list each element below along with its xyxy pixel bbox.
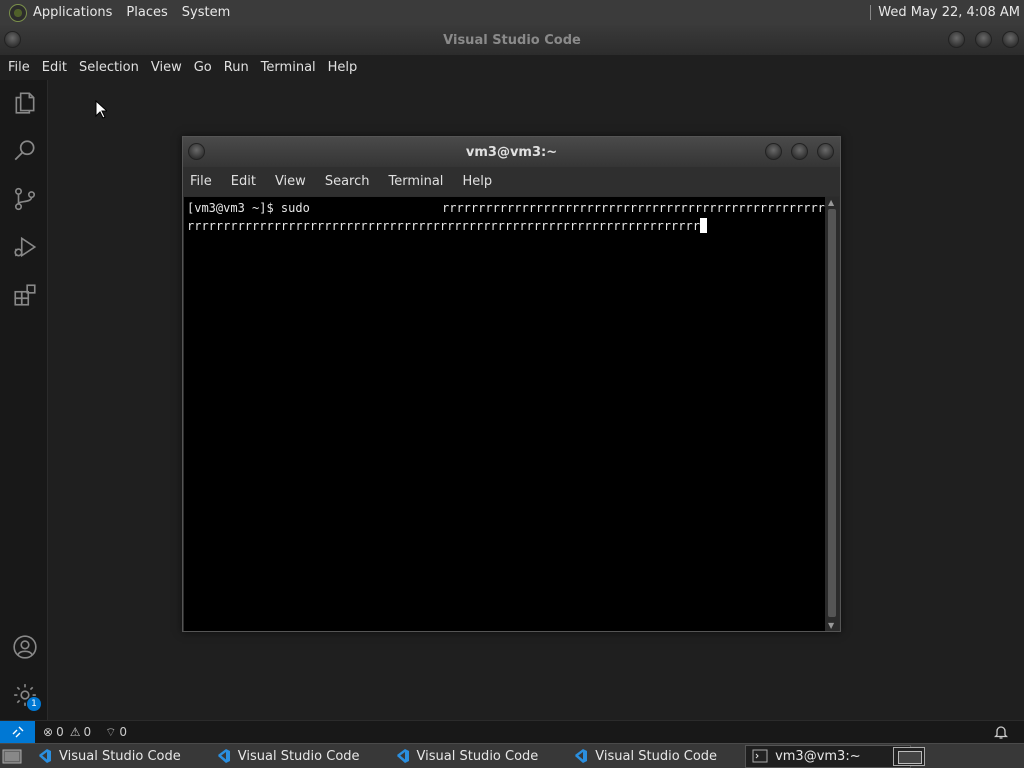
show-desktop-icon[interactable] bbox=[2, 746, 24, 766]
terminal-titlebar[interactable]: vm3@vm3:~ bbox=[183, 137, 840, 167]
taskbar-item-label: Visual Studio Code bbox=[237, 748, 360, 764]
account-icon[interactable] bbox=[12, 634, 38, 660]
terminal-icon bbox=[752, 749, 768, 763]
terminal-line1-rest: rrrrrrrrrrrrrrrrrrrrrrrrrrrrrrrrrrrrrrrr… bbox=[442, 201, 826, 215]
problems-indicator[interactable]: ⊗ 0 ⚠ 0 bbox=[43, 725, 91, 739]
remote-indicator[interactable] bbox=[0, 721, 35, 743]
clock[interactable]: Wed May 22, 4:08 AM bbox=[870, 0, 1020, 25]
warning-count: 0 bbox=[83, 725, 92, 739]
remote-icon bbox=[12, 726, 23, 738]
terminal-menu-file[interactable]: File bbox=[187, 174, 215, 189]
error-icon: ⊗ bbox=[43, 725, 54, 739]
terminal-menu-edit[interactable]: Edit bbox=[228, 174, 259, 189]
menu-terminal[interactable]: Terminal bbox=[255, 60, 322, 75]
menu-help[interactable]: Help bbox=[322, 60, 364, 75]
menu-go[interactable]: Go bbox=[188, 60, 218, 75]
terminal-window-menu-button[interactable] bbox=[188, 143, 205, 160]
menu-run[interactable]: Run bbox=[218, 60, 255, 75]
menu-applications[interactable]: Applications bbox=[33, 5, 112, 20]
warning-icon: ⚠ bbox=[69, 725, 81, 739]
explorer-icon[interactable] bbox=[12, 90, 38, 116]
terminal-menu-terminal[interactable]: Terminal bbox=[385, 174, 446, 189]
menu-edit[interactable]: Edit bbox=[36, 60, 73, 75]
ports-indicator[interactable]: ⌔ 0 bbox=[105, 725, 127, 740]
taskbar-item-vscode-3[interactable]: Visual Studio Code bbox=[388, 745, 545, 768]
taskbar-item-vscode-4[interactable]: Visual Studio Code bbox=[566, 745, 723, 768]
taskbar-item-terminal[interactable]: vm3@vm3:~ bbox=[745, 744, 912, 768]
vscode-icon bbox=[396, 749, 409, 763]
settings-badge-count: 1 bbox=[31, 699, 37, 709]
terminal-menubar: File Edit View Search Terminal Help bbox=[183, 167, 840, 196]
menu-file[interactable]: File bbox=[2, 60, 36, 75]
distro-logo-icon[interactable] bbox=[9, 3, 27, 22]
menu-selection[interactable]: Selection bbox=[73, 60, 145, 75]
vscode-titlebar[interactable]: Visual Studio Code bbox=[0, 25, 1024, 55]
source-control-icon[interactable] bbox=[12, 186, 38, 212]
vscode-icon bbox=[575, 749, 588, 763]
mouse-pointer-icon bbox=[95, 100, 107, 119]
taskbar-item-label: Visual Studio Code bbox=[595, 748, 718, 764]
terminal-minimize-button[interactable] bbox=[765, 143, 782, 160]
taskbar-item-vscode-2[interactable]: Visual Studio Code bbox=[209, 745, 366, 768]
taskbar-item-vscode-1[interactable]: Visual Studio Code bbox=[30, 745, 187, 768]
terminal-prompt-line: [vm3@vm3 ~]$ sudo bbox=[187, 201, 310, 215]
menu-view[interactable]: View bbox=[145, 60, 188, 75]
taskbar-item-label: Visual Studio Code bbox=[416, 748, 539, 764]
scroll-up-arrow-icon[interactable]: ▲ bbox=[828, 198, 834, 207]
vscode-window-title: Visual Studio Code bbox=[443, 32, 581, 48]
top-panel: Applications Places System Wed May 22, 4… bbox=[0, 0, 1024, 25]
settings-badge: 1 bbox=[27, 697, 41, 711]
vscode-menubar: File Edit Selection View Go Run Terminal… bbox=[0, 55, 1024, 80]
taskbar: Visual Studio Code Visual Studio Code Vi… bbox=[0, 743, 1024, 768]
menu-system[interactable]: System bbox=[182, 5, 230, 20]
status-bar: ⊗ 0 ⚠ 0 ⌔ 0 bbox=[0, 720, 1024, 743]
search-icon[interactable] bbox=[12, 138, 38, 164]
notifications-bell-icon[interactable] bbox=[993, 724, 1009, 743]
terminal-output[interactable]: [vm3@vm3 ~]$ sudo rrrrrrrrrrrrrrrrrrrrrrr… bbox=[184, 197, 826, 631]
extensions-icon[interactable] bbox=[12, 282, 38, 308]
activity-bar: 1 bbox=[0, 80, 48, 723]
error-count: 0 bbox=[56, 725, 64, 739]
ports-count: 0 bbox=[119, 725, 128, 739]
vscode-icon bbox=[217, 749, 230, 763]
menu-places[interactable]: Places bbox=[126, 5, 167, 20]
terminal-maximize-button[interactable] bbox=[791, 143, 808, 160]
workspace-switcher[interactable] bbox=[893, 747, 925, 766]
run-debug-icon[interactable] bbox=[12, 234, 38, 260]
scroll-down-arrow-icon[interactable]: ▼ bbox=[828, 621, 834, 630]
terminal-menu-view[interactable]: View bbox=[272, 174, 309, 189]
maximize-button[interactable] bbox=[975, 31, 992, 48]
terminal-menu-help[interactable]: Help bbox=[459, 174, 495, 189]
terminal-scrollbar[interactable]: ▲ ▼ bbox=[825, 197, 839, 631]
terminal-window-title: vm3@vm3:~ bbox=[465, 144, 558, 160]
terminal-close-button[interactable] bbox=[817, 143, 834, 160]
close-button[interactable] bbox=[1002, 31, 1019, 48]
window-menu-button[interactable] bbox=[4, 31, 21, 48]
terminal-cursor bbox=[699, 218, 707, 233]
minimize-button[interactable] bbox=[948, 31, 965, 48]
terminal-scrollbar-thumb[interactable] bbox=[828, 209, 836, 617]
taskbar-item-label: Visual Studio Code bbox=[59, 748, 181, 764]
terminal-window: vm3@vm3:~ File Edit View Search Terminal… bbox=[182, 136, 841, 632]
broadcast-icon: ⌔ bbox=[105, 724, 117, 739]
terminal-menu-search[interactable]: Search bbox=[322, 174, 373, 189]
terminal-line2: rrrrrrrrrrrrrrrrrrrrrrrrrrrrrrrrrrrrrrrr… bbox=[187, 219, 700, 233]
taskbar-item-label: vm3@vm3:~ bbox=[775, 748, 861, 764]
vscode-icon bbox=[39, 749, 51, 763]
